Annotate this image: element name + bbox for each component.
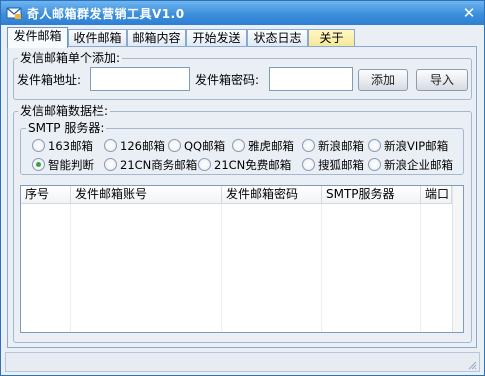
tab-status-log[interactable]: 状态日志: [247, 29, 308, 47]
radio-button[interactable]: [104, 158, 117, 171]
tab-strip: 发件邮箱 收件邮箱 邮箱内容 开始发送 状态日志 关于: [7, 27, 477, 48]
column-divider: [221, 204, 222, 332]
radio-button[interactable]: [168, 139, 181, 152]
app-envelope-icon: [6, 5, 22, 21]
column-divider: [321, 204, 322, 332]
column-header-password[interactable]: 发件邮箱密码: [222, 186, 322, 204]
table-header: 序号 发件邮箱账号 发件邮箱密码 SMTP服务器 端口: [21, 186, 463, 204]
radio-button[interactable]: [368, 158, 381, 171]
sender-mailbox-table[interactable]: 序号 发件邮箱账号 发件邮箱密码 SMTP服务器 端口: [20, 185, 464, 333]
sender-mailbox-panel: 发信邮箱单个添加: 发件箱地址: 发件箱密码: 添加 导入 发信邮箱数据栏: S…: [7, 46, 477, 348]
radio-label: 新浪邮箱: [318, 139, 364, 153]
password-label: 发件箱密码:: [195, 73, 260, 87]
column-header-index[interactable]: 序号: [21, 186, 71, 204]
radio-label: 163邮箱: [48, 139, 93, 153]
radio-button[interactable]: [302, 139, 315, 152]
sender-address-input[interactable]: [90, 67, 190, 91]
column-header-account[interactable]: 发件邮箱账号: [71, 186, 222, 204]
radio-label: QQ邮箱: [184, 139, 226, 153]
address-label: 发件箱地址:: [17, 73, 82, 87]
radio-button-checked[interactable]: [32, 158, 45, 171]
radio-button[interactable]: [302, 158, 315, 171]
import-button[interactable]: 导入: [416, 69, 468, 91]
window-title: 奇人邮箱群发营销工具V1.0: [27, 7, 185, 21]
app-window: 奇人邮箱群发营销工具V1.0 ✕ 发件邮箱 收件邮箱 邮箱内容 开始发送 状态日…: [0, 0, 485, 376]
radio-button[interactable]: [232, 139, 245, 152]
column-divider: [420, 204, 421, 332]
radio-label: 21CN免费邮箱: [214, 158, 292, 172]
radio-button[interactable]: [368, 139, 381, 152]
resize-grip-icon[interactable]: [467, 359, 477, 370]
tab-about[interactable]: 关于: [308, 29, 355, 47]
column-divider: [70, 204, 71, 332]
tab-recipient-mailbox[interactable]: 收件邮箱: [68, 29, 127, 47]
status-bar: [5, 352, 480, 372]
radio-label: 新浪VIP邮箱: [384, 139, 449, 153]
radio-label: 126邮箱: [120, 139, 165, 153]
tab-mail-content[interactable]: 邮箱内容: [127, 29, 186, 47]
radio-label: 21CN商务邮箱: [120, 158, 198, 172]
title-bar[interactable]: 奇人邮箱群发营销工具V1.0 ✕: [1, 1, 484, 25]
radio-label: 新浪企业邮箱: [384, 158, 453, 172]
tab-start-sending[interactable]: 开始发送: [186, 29, 247, 47]
radio-label: 智能判断: [48, 158, 94, 172]
add-button[interactable]: 添加: [358, 69, 408, 91]
tab-sender-mailbox[interactable]: 发件邮箱: [7, 27, 68, 48]
data-section-legend: 发信邮箱数据栏:: [18, 104, 111, 118]
smtp-server-legend: SMTP 服务器:: [26, 121, 107, 135]
radio-button[interactable]: [104, 139, 117, 152]
single-add-legend: 发信邮箱单个添加:: [18, 51, 123, 65]
table-scrollbar[interactable]: [452, 186, 463, 332]
column-header-port[interactable]: 端口: [421, 186, 452, 204]
radio-label: 雅虎邮箱: [248, 139, 294, 153]
close-button[interactable]: ✕: [459, 4, 479, 22]
radio-button[interactable]: [198, 158, 211, 171]
radio-button[interactable]: [32, 139, 45, 152]
sender-password-input[interactable]: [269, 67, 353, 91]
radio-label: 搜狐邮箱: [318, 158, 364, 172]
column-header-smtp[interactable]: SMTP服务器: [322, 186, 421, 204]
